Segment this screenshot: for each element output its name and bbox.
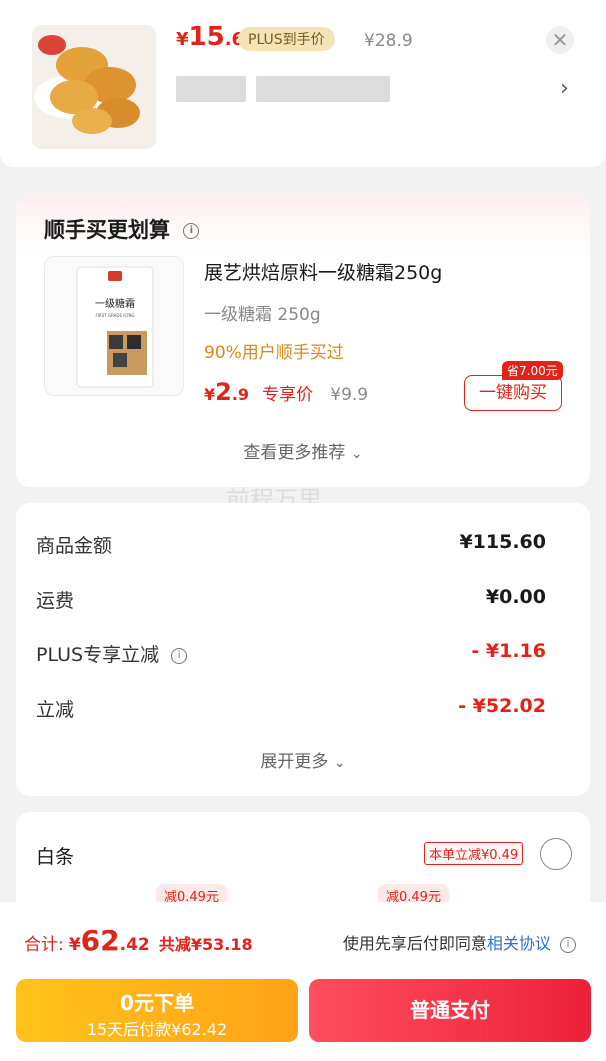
- total-section: 合计: ¥62.42 共减¥53.18: [24, 924, 253, 957]
- summary-value-shipping: ¥0.00: [485, 586, 546, 608]
- info-icon[interactable]: i: [171, 647, 188, 664]
- close-icon[interactable]: ✕: [546, 26, 574, 54]
- package-main-text: 一级糖霜: [95, 297, 135, 310]
- product-thumbnail[interactable]: [32, 25, 156, 149]
- one-click-buy-button[interactable]: 一键购买: [464, 375, 562, 411]
- recommend-price: ¥2.9 专享价 ¥9.9: [204, 378, 369, 406]
- summary-label-shipping: 运费: [36, 590, 75, 612]
- top-product-card: ¥15.6 PLUS到手价 ¥28.9 ✕ ›: [0, 0, 606, 167]
- expand-more-link[interactable]: 展开更多 ⌄: [16, 747, 590, 772]
- nugget-image: [32, 25, 156, 149]
- price-summary-card: 商品金额 ¥115.60 运费 ¥0.00 PLUS专享立减 i - ¥1.16…: [16, 503, 590, 796]
- icing-package-image: 一级糖霜 FIRST GRADE ICING: [45, 257, 183, 395]
- more-recommend-link[interactable]: 查看更多推荐 ⌄: [16, 438, 590, 463]
- info-icon[interactable]: i: [560, 936, 576, 953]
- summary-label-plus: PLUS专享立减 i: [36, 640, 188, 667]
- reduce-tag: 本单立减¥0.49: [424, 842, 524, 865]
- social-proof: 90%用户顺手买过: [204, 343, 344, 363]
- blurred-title-part: [176, 76, 246, 102]
- zero-order-button[interactable]: 0元下单 15天后付款¥62.42: [16, 979, 298, 1042]
- package-sub-text: FIRST GRADE ICING: [95, 313, 134, 318]
- recommend-thumbnail[interactable]: 一级糖霜 FIRST GRADE ICING: [44, 256, 184, 396]
- chevron-down-icon: ⌄: [350, 446, 363, 462]
- info-icon[interactable]: i: [183, 223, 200, 239]
- recommend-item-name[interactable]: 展艺烘焙原料一级糖霜250g: [204, 258, 442, 285]
- summary-value-goods: ¥115.60: [459, 531, 546, 553]
- recommend-title: 顺手买更划算 i: [44, 214, 200, 244]
- baitiao-radio[interactable]: [540, 838, 572, 870]
- top-original-price: ¥28.9: [364, 31, 413, 51]
- baitiao-title: 白条: [36, 846, 75, 868]
- agreement-link[interactable]: 相关协议: [487, 934, 551, 953]
- chevron-down-icon: ⌄: [333, 755, 346, 771]
- recommend-card: 顺手买更划算 i 一级糖霜 FIRST GRADE ICING 展艺烘焙原料一级…: [16, 194, 590, 487]
- plus-badge: PLUS到手价: [238, 27, 335, 51]
- summary-label-goods: 商品金额: [36, 535, 113, 557]
- chevron-right-icon[interactable]: ›: [560, 76, 569, 101]
- summary-label-discount: 立减: [36, 699, 75, 721]
- agreement-text: 使用先享后付即同意相关协议 i: [343, 930, 576, 954]
- blurred-title-part: [256, 76, 390, 102]
- top-price: ¥15.6: [176, 22, 245, 52]
- save-tag: 省7.00元: [502, 361, 563, 380]
- normal-pay-button[interactable]: 普通支付: [309, 979, 591, 1042]
- summary-value-plus: - ¥1.16: [471, 640, 546, 662]
- summary-value-discount: - ¥52.02: [458, 695, 546, 717]
- recommend-item-spec: 一级糖霜 250g: [204, 305, 321, 325]
